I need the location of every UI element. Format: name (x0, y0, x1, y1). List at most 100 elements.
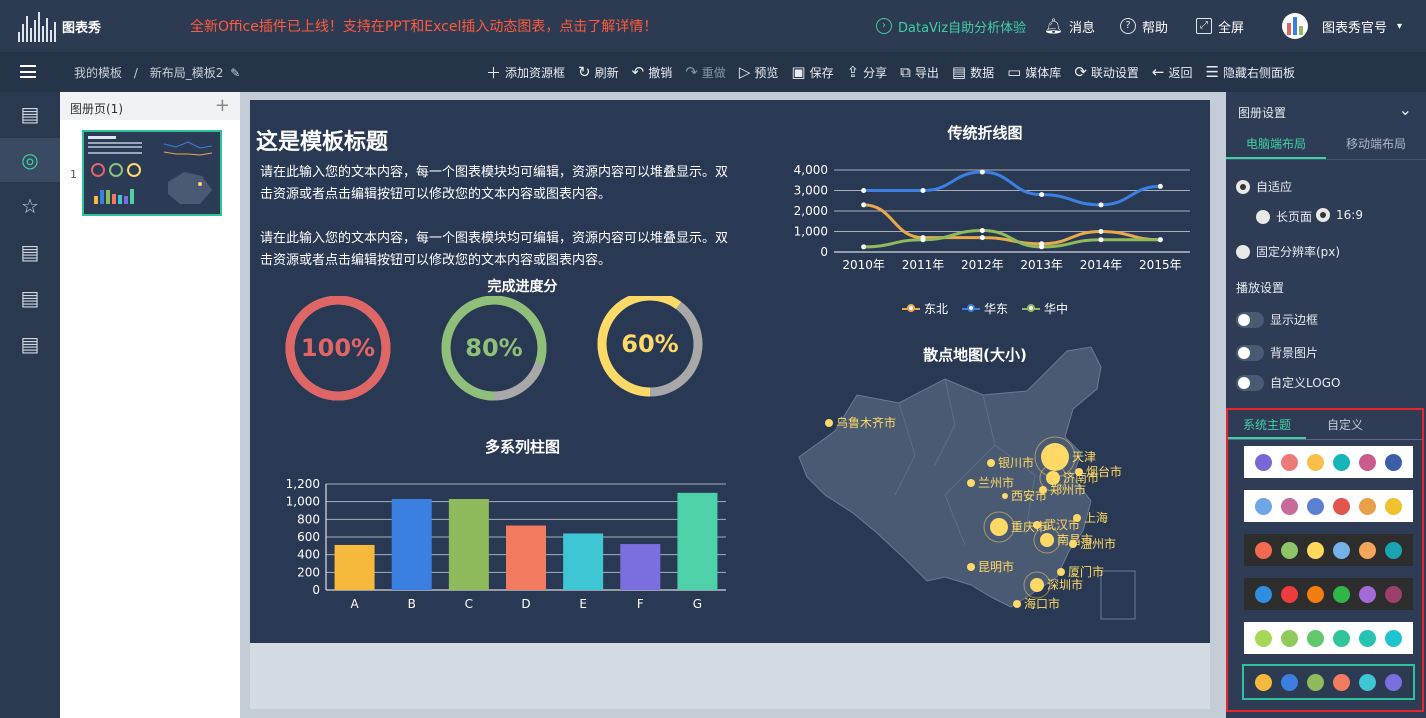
settings-header[interactable]: 图册设置 ⌄ (1226, 92, 1426, 128)
breadcrumb-root[interactable]: 我的模板 (74, 66, 122, 80)
city-marker[interactable] (1057, 568, 1065, 576)
bar[interactable] (334, 544, 375, 590)
refresh-button[interactable]: ↻ 刷新 (578, 63, 619, 81)
radio-fixed-resolution[interactable]: 固定分辨率(px) (1236, 243, 1340, 260)
line-point[interactable] (1157, 183, 1163, 189)
bar[interactable] (677, 492, 718, 590)
line-point[interactable] (979, 235, 985, 241)
line-point[interactable] (1039, 192, 1045, 198)
city-marker[interactable] (1039, 486, 1047, 494)
slide[interactable]: 这是模板标题 请在此输入您的文本内容，每一个图表模块均可编辑，资源内容可以堆叠显… (250, 100, 1210, 643)
hide-right-panel-button[interactable]: ☰ 隐藏右侧面板 (1206, 63, 1295, 81)
theme-swatch[interactable] (1244, 446, 1413, 478)
edit-name-icon[interactable]: ✎ (230, 66, 240, 80)
tab-mobile-layout[interactable]: 移动端布局 (1326, 128, 1426, 159)
line-point[interactable] (920, 237, 926, 243)
slide-text-2[interactable]: 请在此输入您的文本内容，每一个图表模块均可编辑，资源内容可以堆叠显示。双击资源或… (260, 228, 730, 272)
fullscreen-button[interactable]: ⤢ 全屏 (1196, 0, 1244, 52)
slide-text-1[interactable]: 请在此输入您的文本内容，每一个图表模块均可编辑，资源内容可以堆叠显示。双击资源或… (260, 162, 730, 206)
bar[interactable] (448, 499, 489, 590)
tab-custom-theme[interactable]: 自定义 (1306, 410, 1384, 439)
page-thumbnail[interactable] (82, 130, 222, 216)
sidebar-item-list[interactable]: ▤ (0, 322, 60, 366)
theme-swatch[interactable] (1244, 578, 1413, 610)
tool-label: 重做 (701, 65, 726, 80)
radio-adaptive[interactable]: 自适应 (1236, 178, 1292, 195)
theme-swatch[interactable] (1244, 622, 1413, 654)
redo-button[interactable]: ↷ 重做 (685, 63, 726, 81)
line-point[interactable] (861, 188, 867, 193)
city-marker[interactable] (1033, 521, 1041, 529)
line-point[interactable] (979, 227, 985, 233)
data-button[interactable]: ▤ 数据 (952, 63, 994, 81)
save-button[interactable]: ▣ 保存 (791, 63, 833, 81)
theme-swatch[interactable] (1244, 490, 1413, 522)
sidebar-item-pages[interactable]: ▤ (0, 92, 60, 136)
account-menu[interactable]: 图表秀官号 ▾ (1282, 0, 1402, 52)
tab-system-theme[interactable]: 系统主题 (1228, 410, 1306, 439)
legend-item[interactable]: 华中 (1022, 300, 1068, 317)
promo-banner-link[interactable]: 全新Office插件已上线！支持在PPT和Excel插入动态图表，点击了解详情！ (190, 16, 657, 36)
line-point[interactable] (861, 202, 867, 208)
app-logo[interactable]: 图表秀 (18, 10, 101, 42)
add-page-button[interactable]: + (215, 95, 230, 116)
bar[interactable] (563, 533, 604, 590)
slide-title[interactable]: 这是模板标题 (256, 124, 388, 156)
line-point[interactable] (920, 188, 926, 193)
line-point[interactable] (1157, 237, 1163, 243)
line-point[interactable] (979, 169, 985, 175)
city-marker[interactable] (987, 459, 995, 467)
toggle-bg-image[interactable]: 背景图片 (1236, 344, 1318, 361)
city-marker[interactable] (1002, 493, 1008, 499)
legend-item[interactable]: 东北 (901, 300, 948, 317)
line-point[interactable] (1039, 244, 1045, 250)
back-button[interactable]: ← 返回 (1152, 63, 1193, 81)
add-resource-button[interactable]: ＋添加资源框 (486, 62, 565, 83)
city-marker[interactable] (825, 419, 833, 427)
line-series[interactable] (863, 170, 1161, 207)
pages-panel: 图册页(1) + 1 (60, 92, 240, 718)
preview-button[interactable]: ▷ 预览 (739, 63, 779, 81)
line-point[interactable] (861, 244, 867, 250)
legend-item[interactable]: 华东 (961, 300, 1008, 317)
line-chart[interactable]: 0 1,000 2,000 3,000 4,000 2010年 2011年 2012年 2013… (770, 158, 1200, 318)
linkage-settings-button[interactable]: ⟳ 联动设置 (1074, 63, 1139, 81)
theme-swatch[interactable] (1242, 664, 1415, 700)
radio-long-page[interactable]: 长页面 (1256, 208, 1312, 225)
scatter-map[interactable]: 乌鲁木齐市银川市兰州市西安市天津烟台市济南市郑州市上海重庆市武汉市南昌市温州市昆… (795, 345, 1195, 630)
tab-pc-layout[interactable]: 电脑端布局 (1226, 128, 1326, 159)
sidebar-item-text[interactable]: ▤ (0, 230, 60, 274)
menu-icon[interactable] (20, 65, 36, 78)
sidebar-item-charts[interactable]: ◎ (0, 138, 60, 182)
city-marker[interactable] (1030, 578, 1044, 592)
bar[interactable] (506, 525, 546, 590)
city-marker[interactable] (1013, 600, 1021, 608)
dataviz-link[interactable]: › DataViz自助分析体验 (876, 0, 1026, 52)
theme-swatch[interactable] (1244, 534, 1413, 566)
sidebar-item-favorites[interactable]: ☆ (0, 184, 60, 228)
line-point[interactable] (1098, 229, 1104, 234)
progress-rings[interactable]: 100% 80% 60% (270, 296, 710, 416)
city-marker[interactable] (990, 518, 1008, 536)
city-marker[interactable] (1040, 533, 1054, 547)
city-marker[interactable] (967, 479, 975, 487)
radio-16-9[interactable]: 16:9 (1316, 208, 1363, 222)
toggle-custom-logo[interactable]: 自定义LOGO (1236, 374, 1340, 391)
bar[interactable] (391, 499, 432, 590)
message-button[interactable]: 🔔︎ 消息 (1044, 0, 1095, 52)
bar[interactable] (620, 544, 661, 590)
line-point[interactable] (1098, 202, 1104, 208)
export-button[interactable]: ⧉ 导出 (900, 63, 939, 81)
help-button[interactable]: ? 帮助 (1120, 0, 1168, 52)
bar-chart[interactable]: 0 200 400 600 800 1,000 1,200 A B C D E F G (276, 472, 736, 612)
toggle-show-border[interactable]: 显示边框 (1236, 311, 1318, 328)
sidebar-item-edit[interactable]: ▤ (0, 276, 60, 320)
media-library-button[interactable]: ▭ 媒体库 (1007, 63, 1061, 81)
toggle-switch (1236, 344, 1264, 361)
city-marker[interactable] (1041, 443, 1069, 471)
line-point[interactable] (1098, 237, 1104, 243)
city-marker[interactable] (967, 563, 975, 571)
city-marker[interactable] (1069, 540, 1077, 548)
share-button[interactable]: ⇪ 分享 (847, 63, 888, 81)
undo-button[interactable]: ↶ 撤销 (632, 63, 673, 81)
